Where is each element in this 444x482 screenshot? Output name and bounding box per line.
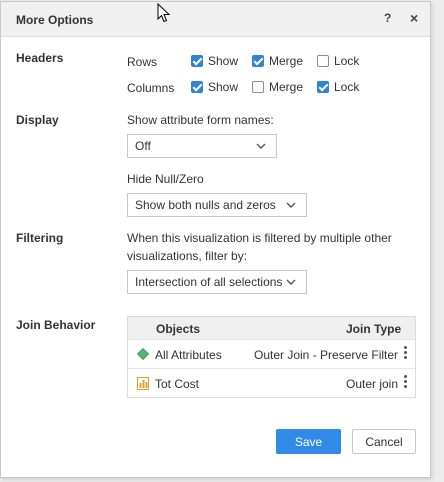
filtering-section-label: Filtering [16, 231, 64, 245]
attribute-form-names-select[interactable]: Off [127, 134, 277, 158]
checkbox-unchecked-icon [252, 81, 264, 93]
rows-show-label: Show [208, 54, 239, 68]
filtering-description-line2: visualizations, filter by: [127, 249, 248, 263]
join-behavior-table: Objects Join Type All Attributes Outer J… [127, 316, 416, 398]
filtering-description-line1: When this visualization is filtered by m… [127, 231, 392, 245]
metric-icon [137, 377, 149, 390]
mouse-cursor-icon [157, 3, 171, 23]
more-options-icon[interactable] [402, 344, 408, 360]
checkbox-checked-icon [191, 55, 203, 67]
rows-label: Rows [127, 55, 158, 69]
join-type-value: Outer Join - Preserve Filter [254, 348, 399, 362]
checkbox-checked-icon [317, 81, 329, 93]
rows-lock-checkbox[interactable]: Lock [317, 54, 359, 68]
columns-merge-checkbox[interactable]: Merge [252, 80, 303, 94]
save-button[interactable]: Save [276, 429, 341, 454]
columns-show-checkbox[interactable]: Show [191, 80, 238, 94]
display-section-label: Display [16, 113, 59, 127]
columns-show-label: Show [208, 80, 239, 94]
help-button[interactable]: ? [384, 11, 391, 25]
table-row: All Attributes Outer Join - Preserve Fil… [128, 340, 415, 369]
checkbox-unchecked-icon [317, 55, 329, 67]
chevron-down-icon [286, 279, 296, 285]
join-type-value: Outer join [346, 377, 399, 391]
filtering-select[interactable]: Intersection of all selections [127, 270, 307, 294]
headers-section-label: Headers [16, 51, 64, 65]
attribute-form-names-label: Show attribute form names: [127, 113, 274, 127]
columns-lock-checkbox[interactable]: Lock [317, 80, 359, 94]
objects-column-header: Objects [156, 322, 201, 336]
table-row: Tot Cost Outer join [128, 369, 415, 398]
join-behavior-section-label: Join Behavior [16, 318, 96, 332]
chevron-down-icon [256, 143, 266, 149]
filtering-value: Intersection of all selections [135, 275, 283, 289]
close-button[interactable]: × [410, 10, 418, 26]
table-header: Objects Join Type [128, 317, 415, 340]
columns-lock-label: Lock [334, 80, 360, 94]
more-options-icon[interactable] [402, 373, 408, 389]
object-name: All Attributes [155, 348, 222, 362]
hide-null-zero-label: Hide Null/Zero [127, 172, 204, 186]
checkbox-checked-icon [252, 55, 264, 67]
hide-null-zero-select[interactable]: Show both nulls and zeros [127, 193, 307, 217]
dialog-title: More Options [16, 13, 94, 27]
rows-merge-label: Merge [269, 54, 304, 68]
checkbox-checked-icon [191, 81, 203, 93]
attribute-diamond-icon [137, 348, 149, 360]
rows-show-checkbox[interactable]: Show [191, 54, 238, 68]
dialog-titlebar: More Options ? × [1, 2, 430, 37]
object-name: Tot Cost [155, 377, 200, 391]
rows-merge-checkbox[interactable]: Merge [252, 54, 303, 68]
join-type-column-header: Join Type [346, 322, 402, 336]
cancel-button[interactable]: Cancel [352, 429, 416, 454]
chevron-down-icon [286, 202, 296, 208]
more-options-dialog: More Options ? × Headers Rows Show Merge… [0, 1, 431, 478]
columns-label: Columns [127, 81, 175, 95]
attribute-form-names-value: Off [135, 139, 151, 153]
columns-merge-label: Merge [269, 80, 304, 94]
rows-lock-label: Lock [334, 54, 360, 68]
hide-null-zero-value: Show both nulls and zeros [135, 198, 276, 212]
